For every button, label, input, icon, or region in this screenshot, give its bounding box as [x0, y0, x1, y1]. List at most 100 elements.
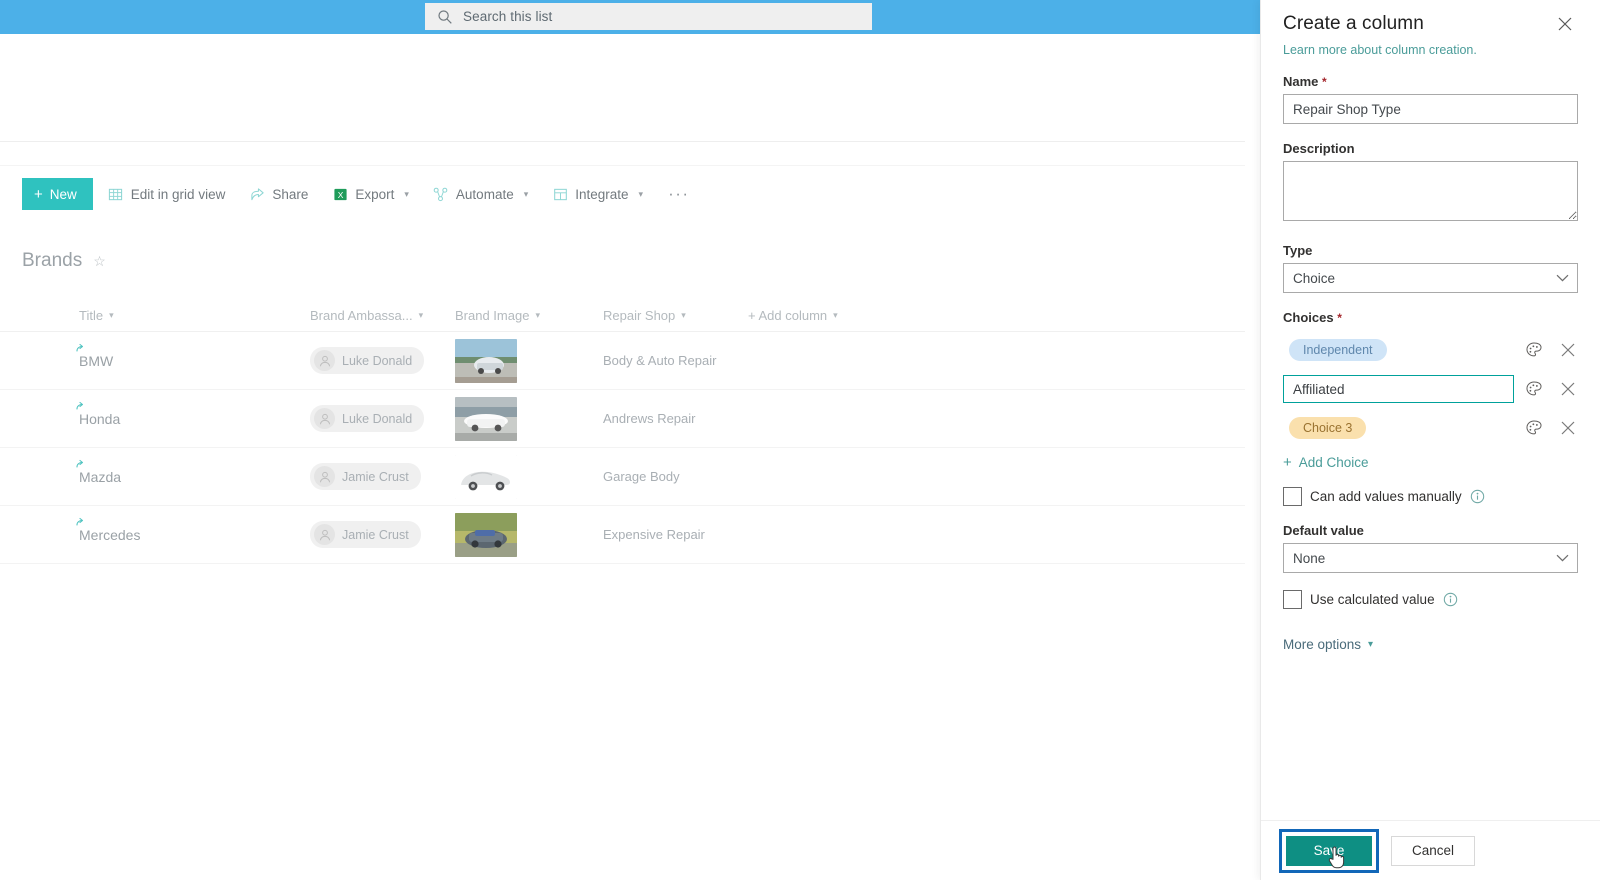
table-row[interactable]: BMW Luke Donald Body & Auto Repair [0, 332, 1245, 390]
cell-title[interactable]: BMW [22, 343, 310, 369]
persona[interactable]: Jamie Crust [310, 463, 421, 490]
chevron-down-icon: ▾ [833, 310, 838, 320]
cell-brand-ambassador[interactable]: Luke Donald [310, 347, 455, 374]
export-button[interactable]: X Export ▾ [323, 178, 418, 210]
table-row[interactable]: Mercedes Jamie Crust Expensive Repair [0, 506, 1245, 564]
choice-row: Independent [1283, 333, 1578, 367]
car-thumbnail-mazda [455, 454, 517, 499]
choice-input[interactable] [1283, 375, 1514, 403]
default-value-dropdown-value[interactable]: None [1283, 543, 1578, 573]
cell-brand-image[interactable] [455, 512, 603, 557]
new-button-label: New [49, 186, 77, 202]
cancel-button[interactable]: Cancel [1391, 835, 1475, 866]
save-button[interactable]: Save [1286, 835, 1372, 868]
shared-link-icon [74, 342, 86, 354]
cell-title-text: Mazda [79, 468, 122, 485]
integrate-icon [552, 186, 568, 202]
chevron-down-icon: ▾ [681, 310, 686, 320]
cell-brand-image[interactable] [455, 454, 603, 499]
learn-more-link[interactable]: Learn more about column creation. [1283, 43, 1578, 57]
grid-icon [108, 186, 124, 202]
page-title: Brands [22, 250, 83, 271]
more-options-toggle[interactable]: More options ▾ [1283, 637, 1578, 652]
share-button[interactable]: Share [240, 178, 317, 210]
column-header-repair-shop[interactable]: Repair Shop ▾ [603, 308, 748, 323]
star-icon[interactable]: ☆ [93, 253, 106, 270]
cell-brand-image[interactable] [455, 338, 603, 383]
search-icon [437, 9, 453, 25]
choice-value-container[interactable]: Choice 3 [1283, 411, 1514, 445]
default-value-label: Default value [1283, 523, 1364, 538]
persona[interactable]: Luke Donald [310, 405, 425, 432]
panel-footer: Save Cancel [1261, 820, 1600, 880]
column-header-brand-image[interactable]: Brand Image ▾ [455, 308, 603, 323]
search-input[interactable]: Search this list [463, 9, 552, 24]
table-row[interactable]: Mazda Jamie Crust Garage Body [0, 448, 1245, 506]
choice-pill[interactable]: Choice 3 [1289, 417, 1367, 439]
add-choice-label: Add Choice [1298, 455, 1369, 470]
car-thumbnail-bmw [455, 338, 517, 383]
choice-pill[interactable]: Independent [1289, 339, 1387, 361]
add-column-button[interactable]: + Add column ▾ [748, 308, 898, 323]
palette-icon[interactable] [1524, 418, 1544, 438]
chevron-down-icon: ▾ [404, 188, 409, 199]
remove-choice-icon[interactable] [1558, 340, 1578, 360]
cell-title-text: BMW [79, 352, 114, 369]
cell-brand-ambassador[interactable]: Luke Donald [310, 405, 455, 432]
avatar [314, 524, 335, 545]
save-button-focus-ring: Save [1279, 828, 1379, 873]
shared-link-icon [74, 516, 86, 528]
create-column-panel: Create a column Learn more about column … [1260, 0, 1600, 880]
persona[interactable]: Jamie Crust [310, 521, 421, 548]
use-calculated-value-checkbox[interactable] [1283, 590, 1302, 609]
info-icon[interactable] [1470, 489, 1485, 504]
cell-repair-shop[interactable]: Andrews Repair [603, 411, 748, 426]
cell-title[interactable]: Mercedes [22, 517, 310, 543]
column-header-brand-ambassador[interactable]: Brand Ambassa... ▾ [310, 308, 455, 323]
persona[interactable]: Luke Donald [310, 347, 425, 374]
type-dropdown[interactable]: Choice [1283, 263, 1578, 293]
car-thumbnail-honda [455, 396, 517, 441]
info-icon[interactable] [1443, 592, 1458, 607]
automate-button[interactable]: Automate ▾ [424, 178, 537, 210]
type-dropdown-value[interactable]: Choice [1283, 263, 1578, 293]
choice-value-container[interactable] [1283, 372, 1514, 406]
excel-icon: X [332, 186, 348, 202]
cell-brand-ambassador[interactable]: Jamie Crust [310, 463, 455, 490]
cell-brand-ambassador[interactable]: Jamie Crust [310, 521, 455, 548]
remove-choice-icon[interactable] [1558, 379, 1578, 399]
export-label: Export [355, 186, 395, 202]
edit-in-grid-view-button[interactable]: Edit in grid view [99, 178, 235, 210]
cell-title[interactable]: Honda [22, 401, 310, 427]
description-textarea[interactable] [1283, 161, 1578, 221]
palette-icon[interactable] [1524, 379, 1544, 399]
table-row[interactable]: Honda Luke Donald Andrews Repair [0, 390, 1245, 448]
remove-choice-icon[interactable] [1558, 418, 1578, 438]
choice-value-container[interactable]: Independent [1283, 333, 1514, 367]
type-label: Type [1283, 243, 1313, 258]
more-commands-button[interactable]: ··· [658, 184, 699, 204]
default-value-dropdown[interactable]: None [1283, 543, 1578, 573]
palette-icon[interactable] [1524, 340, 1544, 360]
shared-link-icon [74, 458, 86, 470]
cell-brand-image[interactable] [455, 396, 603, 441]
close-icon[interactable] [1552, 11, 1578, 37]
column-header-row: Title ▾ Brand Ambassa... ▾ Brand Image ▾… [0, 300, 1245, 332]
column-header-title[interactable]: Title ▾ [22, 308, 310, 323]
cell-title[interactable]: Mazda [22, 459, 310, 485]
name-label: Name * [1283, 74, 1578, 89]
new-button[interactable]: + New [22, 178, 93, 210]
cell-repair-shop[interactable]: Expensive Repair [603, 527, 748, 542]
name-input[interactable] [1283, 94, 1578, 124]
choices-label-text: Choices [1283, 310, 1334, 325]
can-add-values-manually-checkbox[interactable] [1283, 487, 1302, 506]
cell-repair-shop[interactable]: Garage Body [603, 469, 748, 484]
add-choice-button[interactable]: + Add Choice [1283, 455, 1578, 470]
integrate-button[interactable]: Integrate ▾ [543, 178, 652, 210]
column-header-brand-image-label: Brand Image [455, 308, 530, 323]
choice-actions [1524, 379, 1578, 399]
cell-repair-shop[interactable]: Body & Auto Repair [603, 353, 748, 368]
search-box[interactable]: Search this list [425, 3, 872, 30]
choice-row: Choice 3 [1283, 411, 1578, 445]
choice-actions [1524, 340, 1578, 360]
